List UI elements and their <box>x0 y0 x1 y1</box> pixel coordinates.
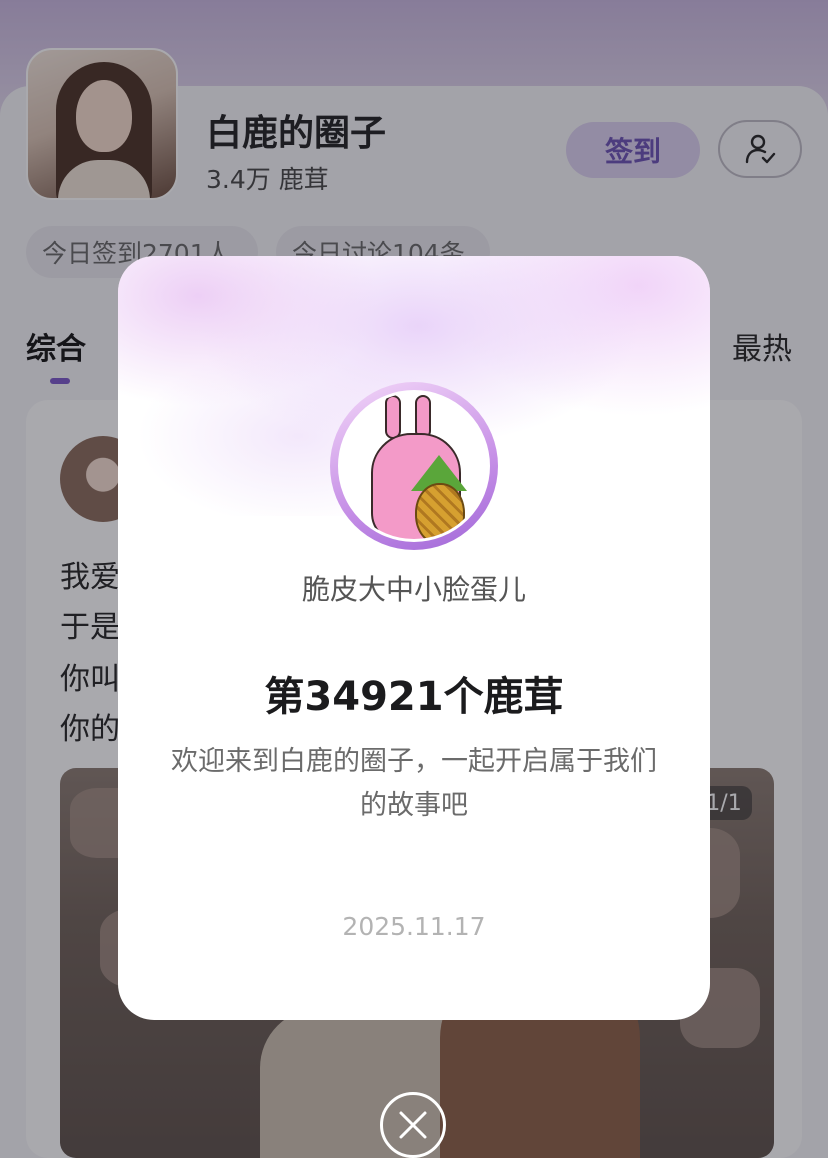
rabbit-ear <box>385 395 401 439</box>
welcome-modal: 脆皮大中小脸蛋儿 第34921个鹿茸 欢迎来到白鹿的圈子，一起开启属于我们的故事… <box>118 256 710 1020</box>
close-icon <box>399 1111 427 1139</box>
user-avatar <box>330 382 498 550</box>
member-rank: 第34921个鹿茸 <box>264 674 564 720</box>
close-button[interactable] <box>380 1092 446 1158</box>
pineapple <box>415 483 465 539</box>
join-date: 2025.11.17 <box>342 912 486 941</box>
modal-username: 脆皮大中小脸蛋儿 <box>301 573 526 606</box>
user-avatar-image <box>338 390 490 542</box>
welcome-message: 欢迎来到白鹿的圈子，一起开启属于我们的故事吧 <box>171 746 657 821</box>
